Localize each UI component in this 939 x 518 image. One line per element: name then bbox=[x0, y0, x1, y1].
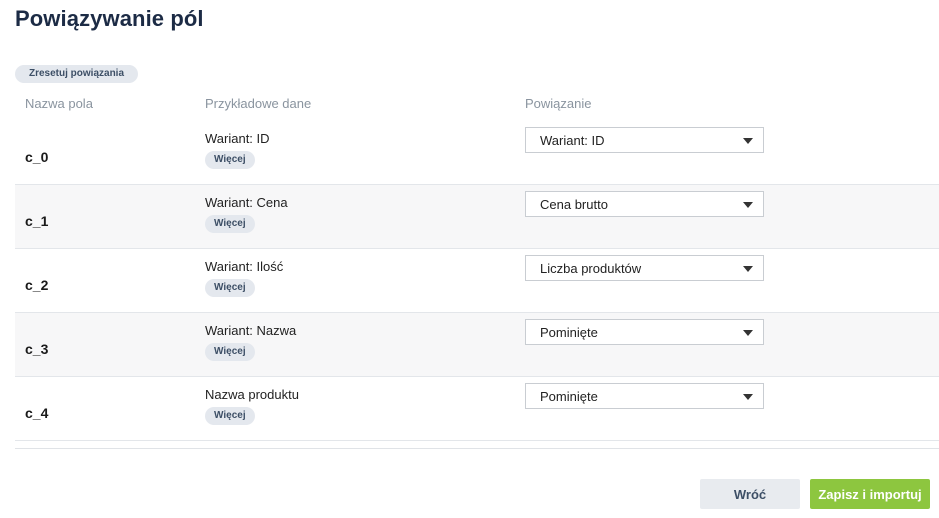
table-row: c_0 Wariant: ID Więcej Wariant: ID bbox=[15, 121, 939, 185]
binding-select[interactable]: Liczba produktów bbox=[525, 255, 764, 281]
binding-select[interactable]: Pominięte bbox=[525, 319, 764, 345]
table-row: c_4 Nazwa produktu Więcej Pominięte bbox=[15, 377, 939, 441]
chevron-down-icon bbox=[743, 202, 753, 208]
chevron-down-icon bbox=[743, 266, 753, 272]
chevron-down-icon bbox=[743, 330, 753, 336]
field-name: c_0 bbox=[25, 149, 49, 165]
sample-data: Wariant: ID bbox=[205, 131, 270, 146]
field-mapping-page: Powiązywanie pól Zresetuj powiązania Naz… bbox=[0, 0, 939, 518]
more-button[interactable]: Więcej bbox=[205, 279, 255, 297]
binding-select-value: Liczba produktów bbox=[540, 261, 642, 276]
table-row: c_1 Wariant: Cena Więcej Cena brutto bbox=[15, 185, 939, 249]
binding-select[interactable]: Cena brutto bbox=[525, 191, 764, 217]
binding-select[interactable]: Pominięte bbox=[525, 383, 764, 409]
binding-select-value: Wariant: ID bbox=[540, 133, 605, 148]
table-row: c_3 Wariant: Nazwa Więcej Pominięte bbox=[15, 313, 939, 377]
binding-select-value: Pominięte bbox=[540, 325, 598, 340]
table-row: c_2 Wariant: Ilość Więcej Liczba produkt… bbox=[15, 249, 939, 313]
sample-data: Wariant: Cena bbox=[205, 195, 288, 210]
more-button[interactable]: Więcej bbox=[205, 215, 255, 233]
more-button[interactable]: Więcej bbox=[205, 151, 255, 169]
field-name: c_2 bbox=[25, 277, 49, 293]
page-title: Powiązywanie pól bbox=[15, 6, 204, 31]
column-header-binding: Powiązanie bbox=[525, 96, 592, 111]
binding-select-value: Pominięte bbox=[540, 389, 598, 404]
field-name: c_3 bbox=[25, 341, 49, 357]
sample-data: Wariant: Ilość bbox=[205, 259, 284, 274]
binding-select[interactable]: Wariant: ID bbox=[525, 127, 764, 153]
footer-divider bbox=[15, 448, 939, 449]
sample-data: Nazwa produktu bbox=[205, 387, 299, 402]
sample-data: Wariant: Nazwa bbox=[205, 323, 297, 338]
field-name: c_1 bbox=[25, 213, 49, 229]
more-button[interactable]: Więcej bbox=[205, 407, 255, 425]
more-button[interactable]: Więcej bbox=[205, 343, 255, 361]
back-button[interactable]: Wróć bbox=[700, 479, 800, 509]
chevron-down-icon bbox=[743, 138, 753, 144]
save-and-import-button[interactable]: Zapisz i importuj bbox=[810, 479, 930, 509]
column-header-sample: Przykładowe dane bbox=[205, 96, 312, 111]
reset-bindings-button[interactable]: Zresetuj powiązania bbox=[15, 65, 139, 83]
chevron-down-icon bbox=[743, 394, 753, 400]
column-header-name: Nazwa pola bbox=[25, 96, 93, 111]
mapping-table: c_0 Wariant: ID Więcej Wariant: ID c_1 W… bbox=[15, 121, 939, 441]
binding-select-value: Cena brutto bbox=[540, 197, 608, 212]
field-name: c_4 bbox=[25, 405, 49, 421]
